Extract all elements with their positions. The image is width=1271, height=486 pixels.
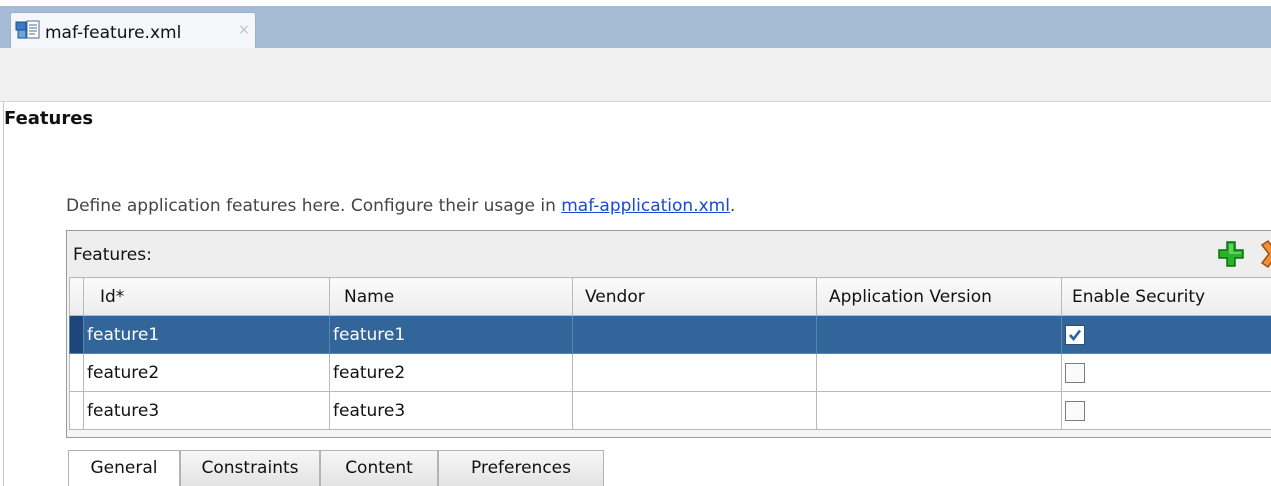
tab-content[interactable]: Content (320, 450, 438, 486)
table-header-row: Id* Name Vendor Application Version Enab… (69, 277, 1271, 316)
cell-application-version[interactable] (816, 391, 1062, 430)
features-panel-title: Features: (73, 245, 152, 265)
editor-toolbar (0, 48, 1271, 102)
delete-icon[interactable] (1258, 239, 1271, 269)
row-selector[interactable] (69, 315, 84, 354)
cell-id[interactable]: feature3 (83, 391, 330, 430)
row-selector[interactable] (69, 353, 84, 392)
description-text: Define application features here. Config… (66, 196, 562, 216)
description-suffix: . (729, 196, 736, 216)
column-header-name[interactable]: Name (329, 277, 573, 316)
enable-security-checkbox[interactable] (1065, 324, 1085, 345)
row-selector[interactable] (69, 391, 84, 430)
column-header-application-version[interactable]: Application Version (816, 277, 1062, 316)
features-panel-header: Features: (67, 231, 1271, 277)
left-divider (3, 102, 4, 486)
cell-name[interactable]: feature2 (329, 353, 573, 392)
features-table: Id* Name Vendor Application Version Enab… (69, 277, 1271, 430)
cell-id[interactable]: feature2 (83, 353, 330, 392)
xml-file-icon (15, 19, 41, 41)
features-description: Define application features here. Config… (66, 196, 735, 216)
cell-application-version[interactable] (816, 353, 1062, 392)
cell-name[interactable]: feature1 (329, 315, 573, 354)
column-header-enable-security[interactable]: Enable Security (1061, 277, 1271, 316)
cell-enable-security[interactable] (1061, 391, 1271, 430)
add-icon[interactable] (1216, 239, 1246, 269)
tab-constraints[interactable]: Constraints (180, 450, 320, 486)
enable-security-checkbox[interactable] (1065, 362, 1085, 383)
column-header-id[interactable]: Id* (83, 277, 330, 316)
table-row[interactable]: feature2 feature2 (69, 353, 1271, 392)
cell-name[interactable]: feature3 (329, 391, 573, 430)
close-icon[interactable]: × (238, 22, 250, 38)
tab-preferences[interactable]: Preferences (438, 450, 604, 486)
features-panel: Features: Id* Name Vendor Application Ve… (66, 230, 1271, 438)
editor-tab-label: maf-feature.xml (45, 23, 182, 43)
cell-id[interactable]: feature1 (83, 315, 330, 354)
cell-application-version[interactable] (816, 315, 1062, 354)
cell-enable-security[interactable] (1061, 315, 1271, 354)
maf-application-link[interactable]: maf-application.xml (561, 196, 730, 216)
editor-tab-strip: maf-feature.xml × (0, 0, 1271, 54)
cell-vendor[interactable] (572, 391, 817, 430)
table-row[interactable]: feature1 feature1 (69, 315, 1271, 354)
table-row[interactable]: feature3 feature3 (69, 391, 1271, 430)
cell-enable-security[interactable] (1061, 353, 1271, 392)
section-title: Features (4, 108, 94, 129)
column-header-vendor[interactable]: Vendor (572, 277, 817, 316)
cell-vendor[interactable] (572, 315, 817, 354)
cell-vendor[interactable] (572, 353, 817, 392)
row-selector-header (69, 277, 84, 316)
enable-security-checkbox[interactable] (1065, 400, 1085, 421)
tab-general[interactable]: General (68, 450, 180, 486)
